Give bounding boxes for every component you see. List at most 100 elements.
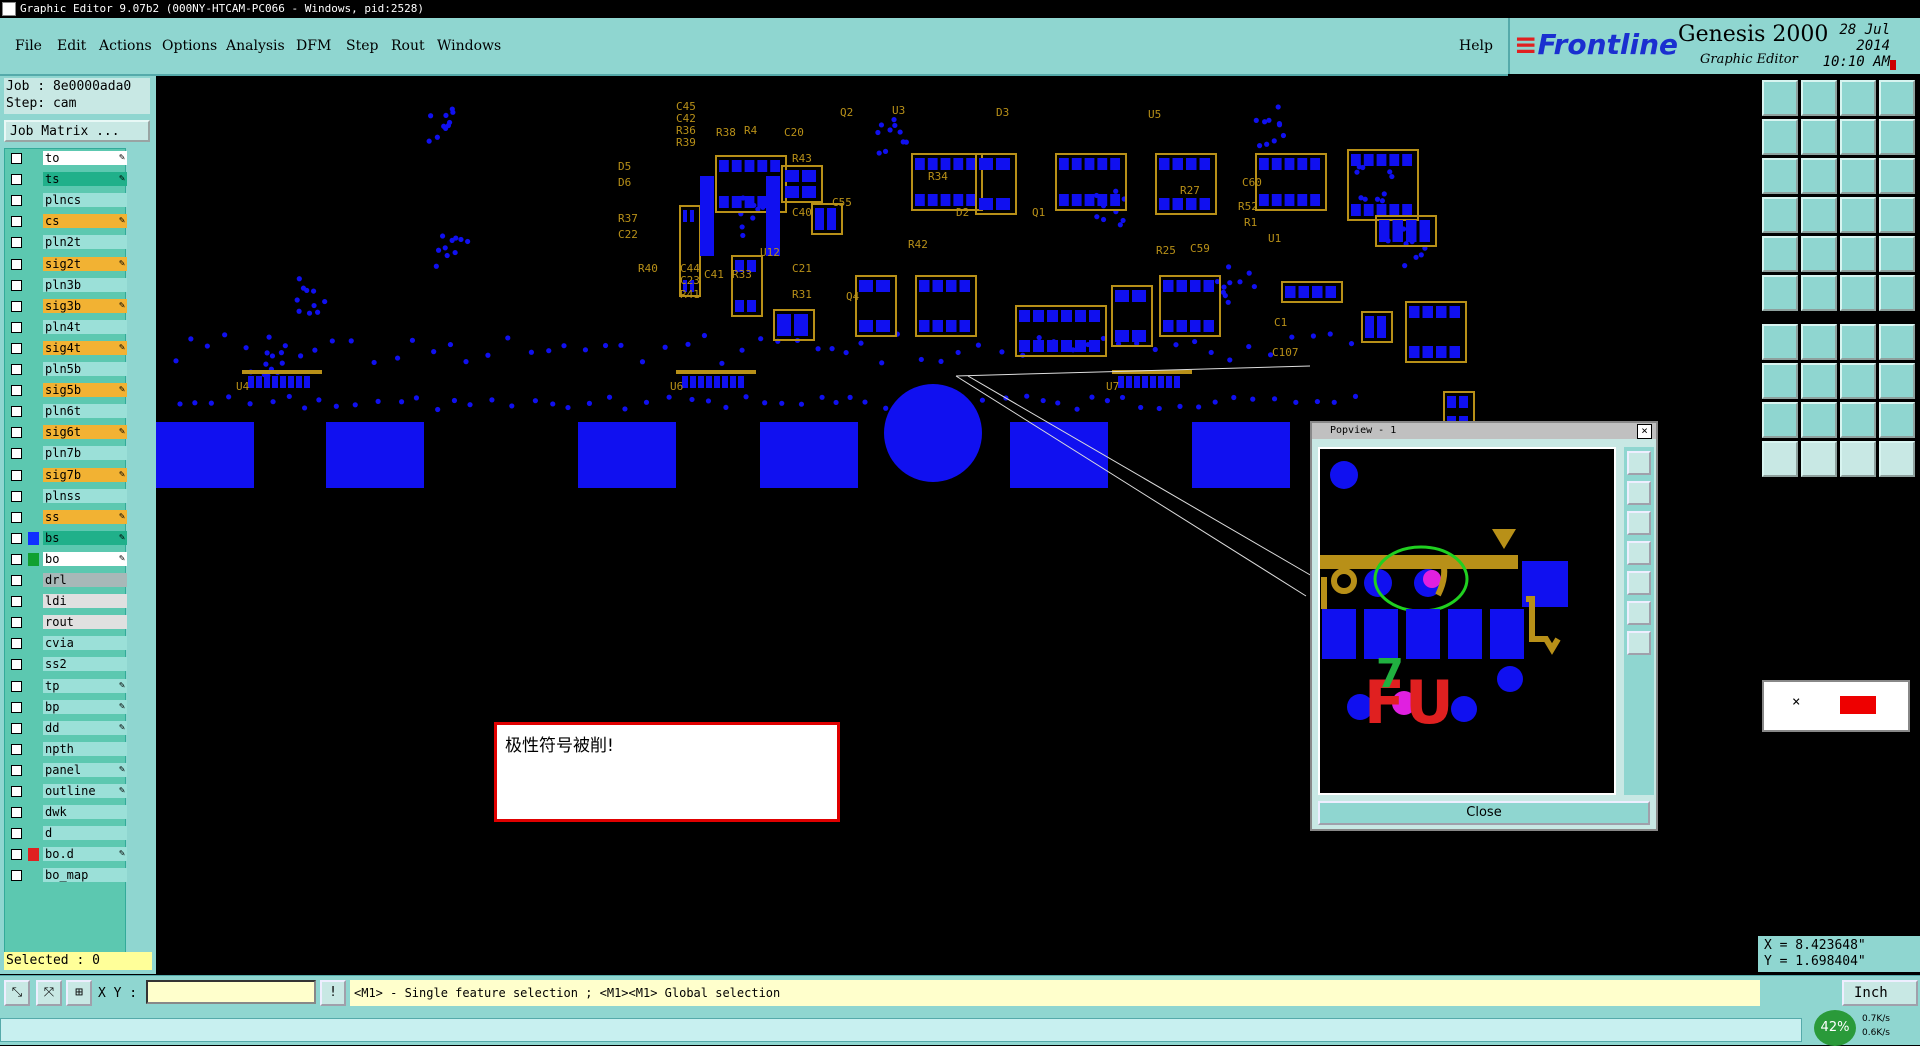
layer-name[interactable]: outline ✎ [43,784,127,798]
layer-row[interactable]: npth [7,741,127,757]
layer-checkbox[interactable] [11,469,22,481]
layer-name[interactable]: ss2 [43,657,127,672]
layer-checkbox[interactable] [11,638,22,650]
layer-name[interactable]: pln5b [43,362,127,376]
redraw-icon[interactable] [1879,119,1915,155]
pointer-snap-icon[interactable] [1840,441,1876,477]
layer-name[interactable]: bo ✎ [43,551,127,566]
layer-row[interactable]: ldi [7,594,127,609]
layer-row[interactable]: d [7,826,127,841]
layer-checkbox[interactable] [11,279,22,291]
triangle-c-icon[interactable] [1840,402,1876,438]
draw-line-icon[interactable] [1762,324,1798,360]
fit-icon[interactable] [1762,158,1798,194]
layer-checkbox[interactable] [11,427,22,439]
layer-row[interactable]: sig2t ✎ [7,256,127,272]
layer-checkbox[interactable] [11,575,22,586]
probe-icon[interactable] [1840,275,1876,311]
layer-checkbox[interactable] [11,195,22,207]
layer-row[interactable]: pln3b [7,277,127,293]
pause-icon[interactable] [1890,60,1896,70]
layer-checkbox[interactable] [11,216,22,228]
layer-checkbox[interactable] [11,701,22,713]
layer-row[interactable]: sig3b ✎ [7,298,127,314]
layer-checkbox[interactable] [11,870,22,882]
popview-tool-up-icon[interactable] [1627,481,1651,505]
layer-row[interactable]: sig7b ✎ [7,467,127,483]
menu-windows[interactable]: Windows [437,38,501,54]
layer-name[interactable]: rout [43,615,127,630]
job-matrix-button[interactable]: Job Matrix ... [4,120,150,142]
layer-checkbox[interactable] [11,300,22,312]
layer-checkbox[interactable] [11,849,22,861]
chain-icon[interactable] [1879,275,1915,311]
layer-row[interactable]: outline ✎ [7,784,127,799]
layer-name[interactable]: cs ✎ [43,214,127,229]
pad-icon[interactable] [1762,236,1798,272]
layer-name[interactable]: pln7b [43,446,127,461]
arc-icon[interactable] [1840,324,1876,360]
layer-checkbox[interactable] [11,596,22,608]
menu-options[interactable]: Options [162,38,217,54]
layer-row[interactable]: bo ✎ [7,551,127,567]
measure-alt-icon[interactable] [1879,363,1915,399]
layer-name[interactable]: dwk [43,805,127,820]
layer-checkbox[interactable] [11,490,22,502]
layer-row[interactable]: to ✎ [7,151,127,166]
close-icon[interactable]: × [1637,424,1652,439]
layer-name[interactable]: sig2t ✎ [43,256,127,271]
minus-icon[interactable] [1801,363,1837,399]
circle-icon[interactable] [1879,236,1915,272]
layer-row[interactable]: dd ✎ [7,720,127,736]
popview-zoom-view[interactable]: FU 7 [1320,449,1614,793]
layer-checkbox[interactable] [11,764,22,776]
layer-name[interactable]: pln3b [43,277,127,292]
help-icon[interactable] [1879,158,1915,194]
layer-row[interactable]: sig5b ✎ [7,383,127,398]
menu-file[interactable]: File [15,38,42,54]
route-icon[interactable] [1762,197,1798,233]
layer-checkbox[interactable] [11,617,22,629]
layer-name[interactable]: ldi [43,594,127,609]
copy-icon[interactable] [1801,80,1837,116]
layer-checkbox[interactable] [11,680,22,692]
pan-right-icon[interactable] [1801,119,1837,155]
layer-row[interactable]: cs ✎ [7,214,127,229]
pointer-alt-icon[interactable] [1801,441,1837,477]
layer-name[interactable]: bo_map [43,868,127,883]
popview-canvas[interactable]: FU 7 [1318,447,1616,795]
popview-tool-zoom-in-icon[interactable] [1627,451,1651,475]
slash-icon[interactable] [1801,324,1837,360]
popview-tool-right-icon[interactable] [1627,571,1651,595]
popview-close-button[interactable]: Close [1318,801,1650,825]
layer-row[interactable]: drl [7,573,127,588]
layer-checkbox[interactable] [11,364,22,375]
minimap-view-rect[interactable] [1840,696,1876,714]
layer-name[interactable]: pln4t [43,319,127,334]
move-icon[interactable] [1762,80,1798,116]
layer-row[interactable]: pln6t [7,404,127,419]
shape-icon[interactable] [1801,236,1837,272]
layer-row[interactable]: cvia [7,636,127,651]
popview-tool-down-icon[interactable] [1627,511,1651,535]
layer-row[interactable]: dwk [7,805,127,820]
layer-checkbox[interactable] [11,258,22,270]
layer-name[interactable]: to ✎ [43,151,127,165]
layer-checkbox[interactable] [11,532,22,544]
layer-name[interactable]: sig4t ✎ [43,340,127,355]
menu-analysis[interactable]: Analysis [226,38,285,54]
layer-checkbox[interactable] [11,743,22,755]
layer-checkbox[interactable] [11,406,22,418]
layer-name[interactable]: bo.d ✎ [43,847,127,862]
layer-checkbox[interactable] [11,511,22,523]
pointer-icon[interactable] [1762,441,1798,477]
flip-icon[interactable] [1879,324,1915,360]
layer-row[interactable]: ss ✎ [7,509,127,525]
minimap[interactable]: × [1762,680,1910,732]
layer-name[interactable]: panel ✎ [43,762,127,777]
popview-tool-expand-icon[interactable] [1627,631,1651,655]
grid-icon[interactable] [1879,80,1915,116]
layer-row[interactable]: pln5b [7,362,127,377]
layer-checkbox[interactable] [11,828,22,840]
layer-name[interactable]: pln6t [43,404,127,419]
